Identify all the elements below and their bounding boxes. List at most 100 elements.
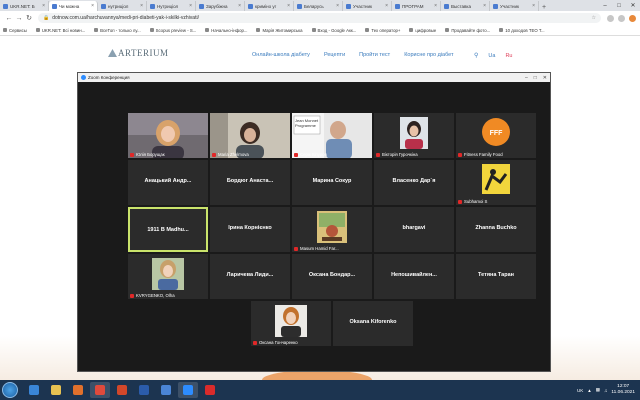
participant-tile[interactable]: Вікторія Гурочкіна	[374, 113, 454, 158]
tab-label: UKR.NET: Б	[10, 3, 35, 9]
bookmark-item[interactable]: Вход - Google Акк...	[311, 28, 356, 33]
close-icon[interactable]: ✕	[543, 75, 547, 81]
taskbar-powerpoint-icon[interactable]	[112, 382, 132, 398]
browser-tab[interactable]: Участник ×	[343, 1, 392, 11]
tray-up-icon[interactable]: ▲	[587, 388, 591, 393]
participant-tile[interactable]: Тетяна Таран	[456, 254, 536, 299]
tab-close-icon[interactable]: ×	[286, 3, 290, 9]
volume-icon[interactable]: ♫	[604, 388, 607, 393]
participant-tile[interactable]: Непошивайлен...	[374, 254, 454, 299]
browser-tab[interactable]: Участник ×	[490, 1, 539, 11]
participant-tile[interactable]: Бордюг Анаста...	[210, 160, 290, 205]
site-logo[interactable]: ARTERIUM	[108, 48, 168, 58]
start-button[interactable]	[2, 382, 18, 398]
bookmark-item[interactable]: Тех оператор+	[365, 28, 400, 33]
site-nav-link[interactable]: Пройти тест	[359, 52, 390, 58]
browser-tab[interactable]: UKR.NET: Б ×	[0, 1, 49, 11]
extension-icon[interactable]	[607, 14, 614, 22]
participant-tile[interactable]: Юлія Борущак	[128, 113, 208, 158]
bookmark-item[interactable]: UKR.NET: Всі новин...	[35, 28, 85, 33]
browser-tab[interactable]: нутриціол ×	[98, 1, 147, 11]
participant-tile[interactable]: bhargavi	[374, 207, 454, 252]
tab-close-icon[interactable]: ×	[335, 3, 339, 9]
participant-tile[interactable]: Оксана Гончаренко	[251, 301, 331, 346]
browser-tab[interactable]: Выставка ×	[441, 1, 490, 11]
tab-close-icon[interactable]: ×	[188, 3, 192, 9]
taskbar-media-icon[interactable]	[68, 382, 88, 398]
bookmark-item[interactable]: Продавайте фото...	[445, 28, 490, 33]
site-nav-link[interactable]: Корисне про діабет	[404, 52, 453, 58]
participant-tile[interactable]: FFF Fitness Family Food	[456, 113, 536, 158]
network-icon[interactable]: ▩	[596, 387, 600, 393]
taskbar-zoom-icon[interactable]	[178, 382, 198, 398]
participant-tile[interactable]: Анацький Андр...	[128, 160, 208, 205]
participant-tile[interactable]: Ірина Корнієнко	[210, 207, 290, 252]
participant-tile[interactable]: Maria Zhelmova	[210, 113, 290, 158]
profile-avatar[interactable]	[629, 14, 636, 22]
tab-close-icon[interactable]: ×	[90, 3, 94, 9]
tab-close-icon[interactable]: ×	[237, 3, 241, 9]
browser-tab[interactable]: Беларусь ×	[294, 1, 343, 11]
clock[interactable]: 12:07 11.06.2021	[611, 384, 635, 396]
bookmark-label: Тех оператор+	[371, 27, 401, 33]
bookmark-item[interactable]: цифровые	[409, 28, 436, 33]
participant-tile[interactable]: Оксана Бондар...	[292, 254, 372, 299]
maximize-icon[interactable]: □	[534, 75, 537, 81]
browser-tab[interactable]: Чи можна ×	[49, 1, 98, 11]
extension-icon[interactable]	[618, 14, 625, 22]
taskbar-opera-icon[interactable]	[200, 382, 220, 398]
participant-tile[interactable]: Марина Сокур	[292, 160, 372, 205]
tab-close-icon[interactable]: ×	[384, 3, 388, 9]
bookmark-label: ВсеТоп - только лу...	[100, 27, 141, 33]
taskbar-ie-icon[interactable]	[24, 382, 44, 398]
taskbar-app7-icon[interactable]	[156, 382, 176, 398]
minimize-icon[interactable]: –	[598, 3, 612, 9]
taskbar-word-icon[interactable]	[134, 382, 154, 398]
taskbar-explorer-icon[interactable]	[46, 382, 66, 398]
browser-tab[interactable]: криміно уг ×	[245, 1, 294, 11]
bookmark-item[interactable]: Марія Житомирська	[256, 28, 303, 33]
tab-close-icon[interactable]: ×	[531, 3, 535, 9]
bookmark-item[interactable]: ВсеТоп - только лу...	[94, 28, 141, 33]
tab-close-icon[interactable]: ×	[482, 3, 486, 9]
site-nav-link[interactable]: Онлайн-школа діабету	[252, 52, 310, 58]
forward-icon[interactable]: →	[14, 15, 24, 22]
taskbar-chrome-icon[interactable]	[90, 382, 110, 398]
minimize-icon[interactable]: –	[525, 75, 528, 81]
tab-label: Нутриціол	[157, 3, 179, 9]
bookmark-favicon-icon	[94, 28, 99, 32]
new-tab-button[interactable]: +	[539, 4, 549, 11]
site-nav-link[interactable]: Рецепти	[324, 52, 345, 58]
bookmark-item[interactable]: 10 доходов ТЕО Т...	[499, 28, 545, 33]
bookmark-star-icon[interactable]: ☆	[592, 15, 596, 21]
tab-close-icon[interactable]: ×	[433, 3, 437, 9]
bookmark-item[interactable]: Начально-інфор...	[205, 28, 247, 33]
back-icon[interactable]: ←	[4, 15, 14, 22]
bookmark-item[interactable]: Сервисы	[3, 28, 27, 33]
participant-tile[interactable]: Subhamoi S	[456, 160, 536, 205]
participant-tile[interactable]: Власенко Дар`я	[374, 160, 454, 205]
participant-tile[interactable]: 1911 В Madhu...	[128, 207, 208, 252]
muted-mic-icon	[130, 293, 134, 298]
language-indicator[interactable]: UK	[577, 388, 583, 393]
participant-tile[interactable]: Jean Monnet Programme Серж Кіпуров	[292, 113, 372, 158]
tab-close-icon[interactable]: ×	[139, 3, 143, 9]
word-icon	[139, 385, 149, 395]
maximize-icon[interactable]: □	[612, 3, 626, 9]
browser-tab[interactable]: ПРОГРАМ ×	[392, 1, 441, 11]
participant-tile[interactable]: KVRYGENKO, Olha	[128, 254, 208, 299]
browser-tab[interactable]: Нутриціол ×	[147, 1, 196, 11]
bookmark-item[interactable]: Scopus preview - S...	[149, 28, 196, 33]
participant-tile[interactable]: Ларичева Лиди...	[210, 254, 290, 299]
participant-tile[interactable]: Zhanna Buchko	[456, 207, 536, 252]
tab-close-icon[interactable]: ×	[41, 3, 45, 9]
url-input[interactable]: 🔒 dotnow.com.ua/harchuvannya/medi-pri-di…	[38, 13, 601, 23]
search-icon[interactable]: ⚲	[474, 52, 478, 59]
lang-ua-link[interactable]: Ua	[488, 53, 495, 59]
lang-ru-link[interactable]: Ru	[505, 53, 512, 59]
browser-tab[interactable]: Зарубіжна ×	[196, 1, 245, 11]
participant-tile[interactable]: Oksana Kiforenko	[333, 301, 413, 346]
reload-icon[interactable]: ↻	[24, 14, 34, 22]
participant-tile[interactable]: Masum Hamid Far...	[292, 207, 372, 252]
close-icon[interactable]: ✕	[626, 2, 640, 9]
